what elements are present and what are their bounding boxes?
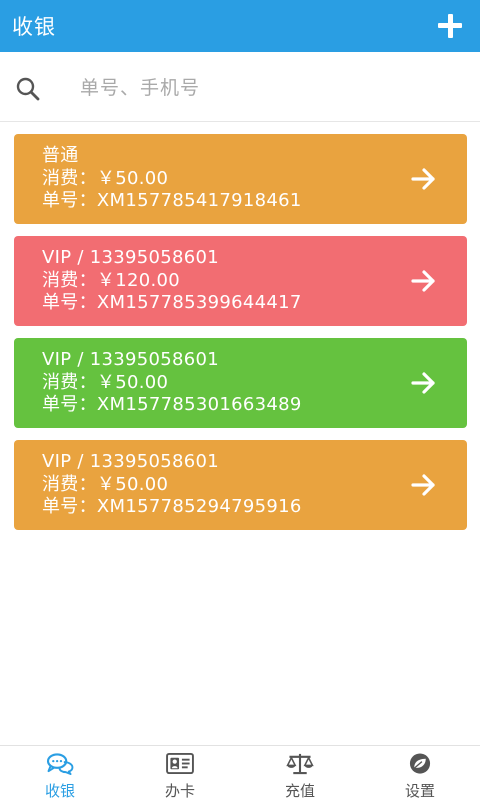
order-card[interactable]: VIP / 13395058601 消费：￥50.00 单号：XM1577853…: [14, 338, 467, 428]
order-card[interactable]: VIP / 13395058601 消费：￥120.00 单号：XM157785…: [14, 236, 467, 326]
settings-leaf-icon: [409, 753, 431, 774]
arrow-right-icon[interactable]: [411, 473, 437, 497]
order-amount: 消费：￥50.00: [42, 167, 169, 189]
cashier-screen: 收银 普通 消费：￥50.00 单号：XM157785417918461 VIP…: [0, 0, 480, 800]
arrow-right-icon[interactable]: [411, 371, 437, 395]
order-amount: 消费：￥120.00: [42, 269, 180, 291]
order-number: 单号：XM157785399644417: [42, 292, 302, 313]
page-title: 收银: [12, 15, 56, 39]
bottom-nav: 收银 办卡 充值 设置: [0, 745, 480, 800]
member-type: 普通: [42, 145, 79, 166]
id-card-icon: [166, 752, 194, 775]
order-number: 单号：XM157785301663489: [42, 394, 302, 415]
search-icon[interactable]: [15, 76, 41, 102]
nav-label: 设置: [404, 782, 435, 800]
chat-bubbles-icon: [46, 753, 74, 775]
arrow-right-icon[interactable]: [411, 269, 437, 293]
app-header: 收银: [0, 0, 480, 52]
order-number: 单号：XM157785417918461: [42, 190, 302, 211]
order-amount: 消费：￥50.00: [42, 473, 169, 495]
nav-label: 充值: [284, 782, 315, 800]
order-number: 单号：XM157785294795916: [42, 496, 302, 517]
scale-icon: [286, 753, 314, 775]
member-type: VIP / 13395058601: [42, 349, 220, 370]
arrow-right-icon[interactable]: [411, 167, 437, 191]
order-card[interactable]: 普通 消费：￥50.00 单号：XM157785417918461: [14, 134, 467, 224]
nav-item-settings[interactable]: 设置: [360, 746, 480, 800]
member-type: VIP / 13395058601: [42, 247, 220, 268]
add-button[interactable]: [430, 6, 470, 46]
nav-label: 收银: [44, 782, 75, 800]
search-input[interactable]: [80, 70, 460, 106]
nav-item-cashier[interactable]: 收银: [0, 746, 120, 800]
order-amount: 消费：￥50.00: [42, 371, 169, 393]
nav-item-recharge[interactable]: 充值: [240, 746, 360, 800]
search-bar: [0, 52, 480, 122]
nav-item-card[interactable]: 办卡: [120, 746, 240, 800]
member-type: VIP / 13395058601: [42, 451, 220, 472]
order-list: 普通 消费：￥50.00 单号：XM157785417918461 VIP / …: [14, 134, 467, 542]
order-card[interactable]: VIP / 13395058601 消费：￥50.00 单号：XM1577852…: [14, 440, 467, 530]
nav-label: 办卡: [164, 782, 195, 800]
